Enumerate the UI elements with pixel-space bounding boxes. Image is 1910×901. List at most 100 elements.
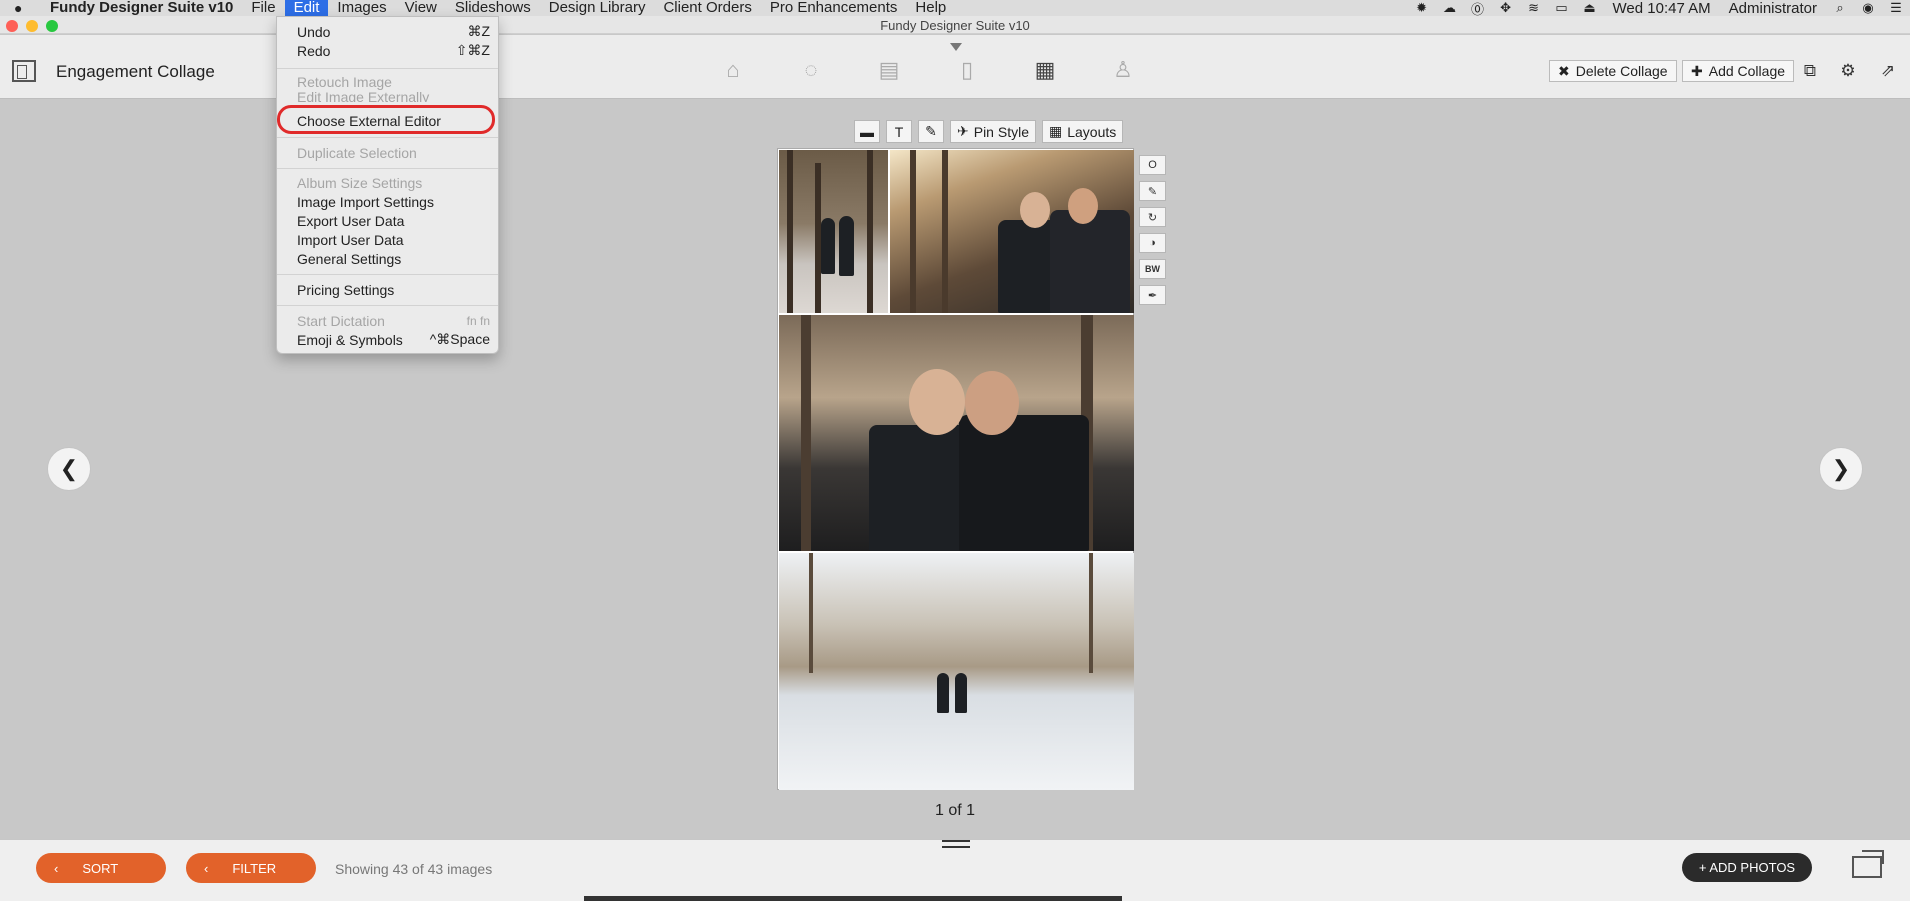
collage-photo-couple-smiling[interactable]: [890, 150, 1134, 313]
brush-icon: ✎: [925, 123, 937, 139]
menu-item-album-size-settings: Album Size Settings: [277, 173, 498, 192]
app-menu[interactable]: Fundy Designer Suite v10: [50, 0, 242, 16]
menu-help[interactable]: Help: [906, 0, 955, 16]
eject-icon[interactable]: ⏏: [1576, 0, 1604, 16]
move-icon[interactable]: ✥: [1492, 0, 1520, 16]
menu-item-label: Duplicate Selection: [297, 144, 417, 161]
pencil-icon: ✎: [1147, 185, 1158, 198]
previous-page-button[interactable]: ❮: [47, 447, 91, 491]
sort-label: SORT: [82, 860, 119, 876]
menu-item-label: Undo: [297, 23, 331, 40]
menu-view[interactable]: View: [396, 0, 446, 16]
pin-style-label: Pin Style: [973, 123, 1029, 140]
menu-separator: [277, 168, 498, 169]
macos-menu-bar: ● Fundy Designer Suite v10 File Edit Ima…: [0, 0, 1910, 18]
menu-edit[interactable]: Edit: [284, 0, 329, 16]
menu-file[interactable]: File: [242, 0, 284, 16]
onepassword-icon[interactable]: ⓪: [1464, 0, 1492, 18]
siri-icon[interactable]: ◉: [1854, 0, 1882, 16]
menubar-clock[interactable]: Wed 10:47 AM: [1604, 0, 1720, 17]
menu-pro-enhancements[interactable]: Pro Enhancements: [761, 0, 907, 16]
gear-burst-icon[interactable]: ✹: [1408, 0, 1436, 16]
filter-button[interactable]: ‹ FILTER: [186, 853, 316, 883]
menu-item-general-settings[interactable]: General Settings: [277, 249, 498, 268]
menu-separator: [277, 137, 498, 138]
edit-menu-dropdown: Undo ⌘Z Redo ⇧⌘Z Retouch Image Edit Imag…: [276, 16, 499, 354]
retouch-button[interactable]: ✎: [1139, 181, 1166, 201]
style-tool-button[interactable]: ✎: [918, 120, 944, 143]
color-button[interactable]: ◑: [1139, 233, 1166, 253]
layouts-button[interactable]: ▦ Layouts: [1041, 120, 1124, 143]
delete-collage-button[interactable]: ✖ Delete Collage: [1549, 60, 1677, 82]
eyedropper-icon: ✒: [1147, 289, 1158, 302]
pin-style-button[interactable]: ✈ Pin Style: [950, 120, 1036, 143]
menu-item-pricing-settings[interactable]: Pricing Settings: [277, 280, 498, 299]
horizontal-scrollbar[interactable]: [584, 896, 1122, 901]
menu-design-library[interactable]: Design Library: [540, 0, 655, 16]
social-icon[interactable]: ♙: [1106, 55, 1140, 85]
menu-item-import-user-data[interactable]: Import User Data: [277, 230, 498, 249]
menu-images[interactable]: Images: [328, 0, 395, 16]
divider-tool-button[interactable]: ▬: [854, 120, 880, 143]
menu-item-label: Emoji & Symbols: [297, 331, 403, 348]
collage-layout-icon[interactable]: [12, 60, 36, 82]
bw-icon: BW: [1145, 264, 1160, 274]
collage-photo-couple-walking[interactable]: [779, 150, 888, 313]
collage-photo-frozen-lake[interactable]: [779, 553, 1134, 790]
menu-item-export-user-data[interactable]: Export User Data: [277, 211, 498, 230]
album-icon[interactable]: ⌂: [716, 55, 750, 85]
chevron-left-icon: ‹: [54, 860, 59, 876]
close-icon: ✖: [1558, 62, 1570, 79]
divider-icon: ▬: [860, 123, 874, 140]
rotate-button[interactable]: ↻: [1139, 207, 1166, 227]
collage-icon[interactable]: ▦: [1028, 55, 1062, 85]
menu-slideshows[interactable]: Slideshows: [446, 0, 540, 16]
grid-icon: ▦: [1048, 123, 1063, 139]
export-icon[interactable]: ⇗: [1876, 60, 1900, 82]
circle-crop-button[interactable]: O: [1139, 155, 1166, 175]
list-icon[interactable]: ☰: [1882, 0, 1910, 16]
module-switcher: ⌂ ◌ ▤ ▯ ▦ ♙: [716, 55, 1140, 85]
menu-item-image-import-settings[interactable]: Image Import Settings: [277, 192, 498, 211]
panel-resize-handle[interactable]: [942, 840, 970, 848]
menu-item-duplicate-selection: Duplicate Selection: [277, 143, 498, 162]
menu-client-orders[interactable]: Client Orders: [654, 0, 760, 16]
text-icon: T: [894, 123, 904, 140]
menu-item-edit-image-externally: Edit Image Externally: [277, 89, 498, 102]
proofing-icon[interactable]: ◌: [794, 55, 828, 85]
text-tool-button[interactable]: T: [886, 120, 912, 143]
menu-item-redo[interactable]: Redo ⇧⌘Z: [277, 41, 498, 60]
eyedropper-button[interactable]: ✒: [1139, 285, 1166, 305]
black-white-button[interactable]: BW: [1139, 259, 1166, 279]
collage-photo-couple-closeup[interactable]: [779, 315, 1134, 551]
preview-icon[interactable]: ⧉: [1798, 60, 1822, 82]
annotation-highlight-ring: [277, 105, 495, 134]
menu-item-shortcut: fn fn: [466, 313, 490, 328]
sort-button[interactable]: ‹ SORT: [36, 853, 166, 883]
settings-gear-icon[interactable]: ⚙: [1836, 60, 1860, 82]
add-photos-button[interactable]: + ADD PHOTOS: [1682, 853, 1812, 882]
cloud-icon[interactable]: ☁: [1436, 0, 1464, 16]
menu-item-emoji-symbols[interactable]: Emoji & Symbols ^⌘Space: [277, 330, 498, 349]
image-tray-icon[interactable]: [1852, 850, 1884, 878]
next-page-button[interactable]: ❯: [1819, 447, 1863, 491]
cards-icon[interactable]: ▯: [950, 55, 984, 85]
color-wheel-icon: ◑: [1149, 237, 1156, 249]
chevron-right-icon: ❯: [1831, 456, 1851, 481]
airplay-icon[interactable]: ▭: [1548, 0, 1576, 16]
add-collage-label: Add Collage: [1708, 63, 1786, 79]
add-collage-button[interactable]: ✚ Add Collage: [1682, 60, 1795, 82]
menu-item-label: Edit Image Externally: [297, 89, 430, 102]
menu-item-label: General Settings: [297, 250, 402, 267]
apple-menu-icon[interactable]: ●: [14, 0, 34, 16]
wifi-icon[interactable]: ≋: [1520, 0, 1548, 16]
delete-collage-label: Delete Collage: [1575, 63, 1668, 79]
menu-item-undo[interactable]: Undo ⌘Z: [277, 22, 498, 41]
wall-art-icon[interactable]: ▤: [872, 55, 906, 85]
collage-canvas[interactable]: [777, 148, 1134, 790]
search-icon[interactable]: ⌕: [1826, 0, 1854, 16]
menu-item-label: Pricing Settings: [297, 281, 395, 298]
menu-item-label: Export User Data: [297, 212, 405, 229]
menubar-user[interactable]: Administrator: [1720, 0, 1826, 17]
menu-item-shortcut: ^⌘Space: [429, 331, 490, 347]
